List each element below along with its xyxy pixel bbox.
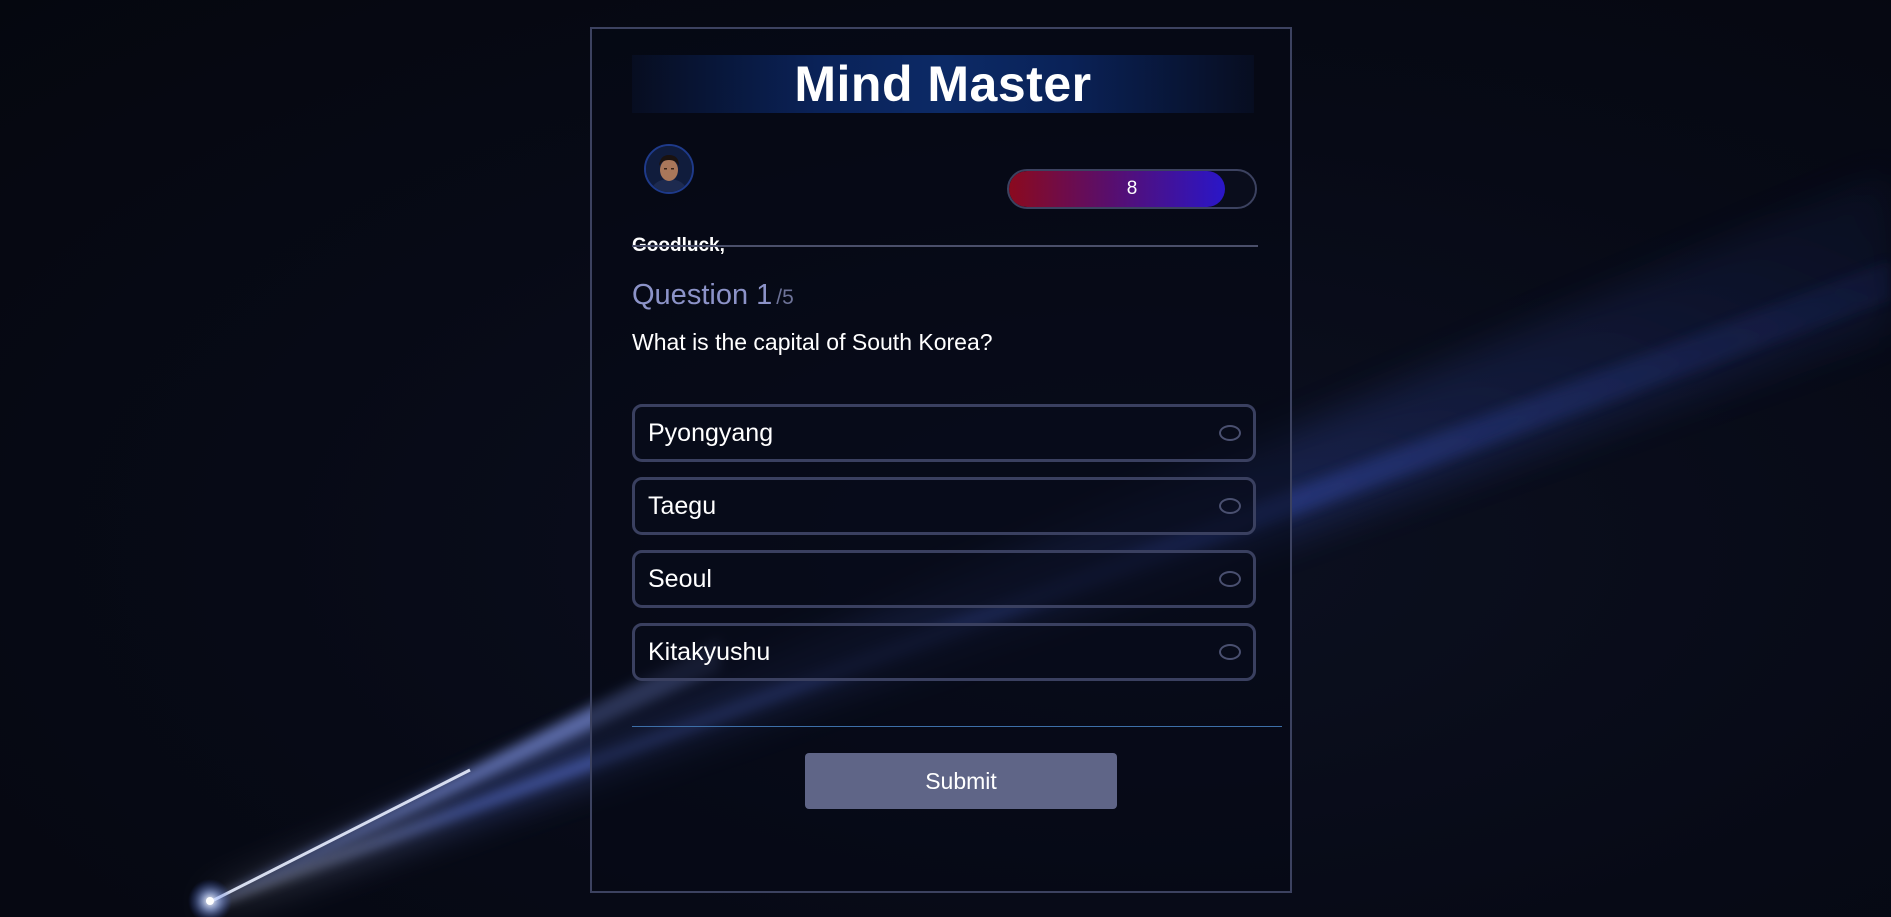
- answer-option-1[interactable]: Pyongyang: [632, 404, 1256, 462]
- question-total: /5: [776, 286, 794, 309]
- answer-option-label: Seoul: [648, 564, 712, 593]
- radio-icon[interactable]: [1219, 571, 1241, 587]
- question-number: Question 1/5: [632, 279, 794, 312]
- question-text: What is the capital of South Korea?: [632, 329, 993, 355]
- title-banner: Mind Master: [632, 55, 1254, 113]
- answer-option-2[interactable]: Taegu: [632, 477, 1256, 535]
- radio-icon[interactable]: [1219, 644, 1241, 660]
- app-title: Mind Master: [794, 56, 1092, 112]
- footer-divider: [632, 726, 1282, 727]
- submit-button[interactable]: Submit: [805, 753, 1117, 809]
- avatar: [644, 144, 694, 194]
- question-label: Question 1: [632, 279, 773, 311]
- answer-option-label: Taegu: [648, 491, 717, 520]
- user-avatar-image: [646, 146, 692, 192]
- radio-icon[interactable]: [1219, 498, 1241, 514]
- answer-option-label: Pyongyang: [648, 418, 774, 447]
- score-value: 8: [1126, 178, 1138, 199]
- header-divider: [632, 245, 1258, 247]
- score-progress-bar: 8: [1007, 169, 1257, 209]
- answer-option-4[interactable]: Kitakyushu: [632, 623, 1256, 681]
- answer-option-label: Kitakyushu: [648, 637, 771, 666]
- answer-option-3[interactable]: Seoul: [632, 550, 1256, 608]
- quiz-card: Mind Master Goodluck, 8 Question 1/5 Wha…: [590, 27, 1292, 893]
- radio-icon[interactable]: [1219, 425, 1241, 441]
